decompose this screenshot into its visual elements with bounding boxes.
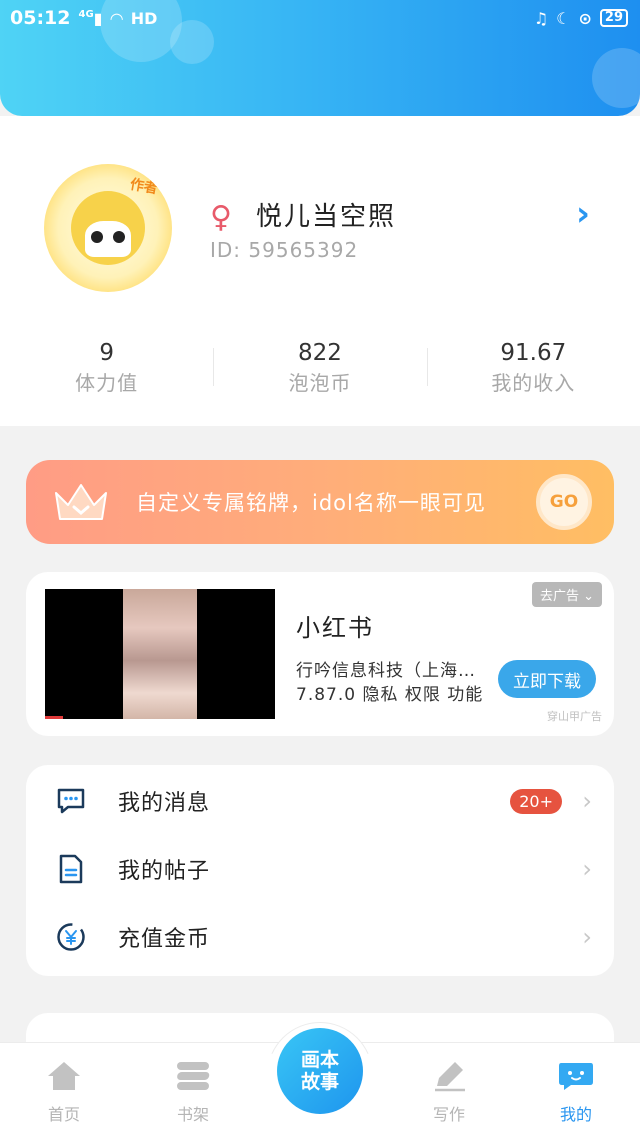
moon-icon: ☾: [556, 8, 571, 28]
home-icon: [24, 1057, 104, 1095]
chevron-right-icon[interactable]: ›: [576, 194, 590, 234]
chevron-right-icon: ›: [582, 787, 592, 815]
stat-label: 我的收入: [491, 371, 576, 395]
battery-icon: 29: [599, 9, 628, 27]
nav-label: 首页: [47, 1105, 80, 1124]
menu-label: 我的消息: [118, 791, 211, 816]
ad-video-frame: [123, 589, 197, 719]
ad-source: 穿山甲广告: [547, 710, 602, 723]
profile-card: 作者 ♀ 悦儿当空照 ID: 59565392 › 9 体力值 822 泡泡币 …: [0, 116, 640, 426]
menu-label: 充值金币: [118, 927, 211, 952]
nav-label: 我的: [559, 1105, 592, 1124]
ad-card[interactable]: 去广告 ⌄ 小红书 行吟信息科技（上海… 7.87.0 隐私 权限 功能 立即下…: [26, 572, 614, 736]
nav-writing[interactable]: 写作: [409, 1057, 489, 1125]
decor-bubble: [592, 48, 640, 108]
lock-icon: ⊙: [578, 8, 592, 28]
nav-picture-story-button[interactable]: 画本 故事: [277, 1028, 363, 1114]
nav-mine[interactable]: 我的: [536, 1057, 616, 1125]
pen-icon: [409, 1057, 489, 1095]
stat-stamina[interactable]: 9 体力值: [0, 338, 213, 398]
chevron-right-icon: ›: [582, 855, 592, 883]
menu-item-recharge[interactable]: 充值金币 ›: [26, 903, 614, 971]
stat-income[interactable]: 91.67 我的收入: [426, 338, 640, 398]
menu-label: 我的帖子: [118, 859, 211, 884]
stat-value: 822: [298, 340, 342, 366]
nameplate-promo-banner[interactable]: 自定义专属铭牌，idol名称一眼可见 GO: [26, 460, 614, 544]
nav-center-label: 画本: [300, 1049, 339, 1071]
remove-ad-button[interactable]: 去广告 ⌄: [531, 582, 602, 607]
chevron-right-icon: ›: [582, 923, 592, 951]
status-bar: 05:12 4G▮ ◠ HD ♫ ☾ ⊙ 29: [0, 0, 640, 36]
author-tag: 作者: [128, 176, 160, 198]
document-icon: [56, 854, 86, 884]
menu-item-messages[interactable]: 我的消息 20+ ›: [26, 767, 614, 835]
message-icon: [56, 786, 86, 816]
vibrate-icon: ♫: [533, 8, 549, 28]
signal-icon: 4G▮: [78, 8, 103, 28]
chat-bubble-icon: [536, 1057, 616, 1095]
crown-icon: [52, 481, 110, 523]
nav-label: 书架: [176, 1105, 209, 1124]
go-button[interactable]: GO: [536, 474, 592, 530]
unread-badge: 20+: [510, 788, 562, 814]
nav-bookshelf[interactable]: 书架: [153, 1057, 233, 1125]
ad-meta[interactable]: 7.87.0 隐私 权限 功能: [296, 680, 483, 705]
avatar-image: [71, 191, 145, 265]
promo-text: 自定义专属铭牌，idol名称一眼可见: [136, 491, 486, 515]
ad-title: 小红书: [296, 614, 374, 642]
ad-company: 行吟信息科技（上海…: [296, 661, 476, 681]
hd-icon: HD: [130, 8, 158, 28]
yen-coin-icon: [56, 922, 86, 952]
female-gender-icon: ♀: [210, 200, 232, 235]
menu-card: 我的消息 20+ › 我的帖子 › 充值金币 ›: [26, 765, 614, 976]
nav-label: 写作: [432, 1105, 465, 1124]
download-button[interactable]: 立即下载: [498, 660, 596, 698]
bookshelf-icon: [153, 1057, 233, 1095]
ad-video[interactable]: [45, 589, 275, 719]
nav-home[interactable]: 首页: [24, 1057, 104, 1125]
nav-center-label: 故事: [300, 1071, 339, 1093]
stat-value: 91.67: [500, 340, 567, 366]
header-background: 05:12 4G▮ ◠ HD ♫ ☾ ⊙ 29: [0, 0, 640, 116]
avatar[interactable]: 作者: [44, 164, 172, 292]
user-id: ID: 59565392: [210, 238, 359, 262]
video-progress-bar: [45, 716, 63, 719]
menu-item-posts[interactable]: 我的帖子 ›: [26, 835, 614, 903]
wifi-icon: ◠: [110, 8, 123, 28]
stats-row: 9 体力值 822 泡泡币 91.67 我的收入: [0, 338, 640, 398]
username[interactable]: 悦儿当空照: [256, 196, 396, 233]
stat-bubble-coins[interactable]: 822 泡泡币: [213, 338, 426, 398]
status-time: 05:12: [10, 7, 71, 29]
stat-value: 9: [99, 340, 114, 366]
stat-label: 体力值: [75, 371, 139, 395]
stat-label: 泡泡币: [288, 371, 352, 395]
